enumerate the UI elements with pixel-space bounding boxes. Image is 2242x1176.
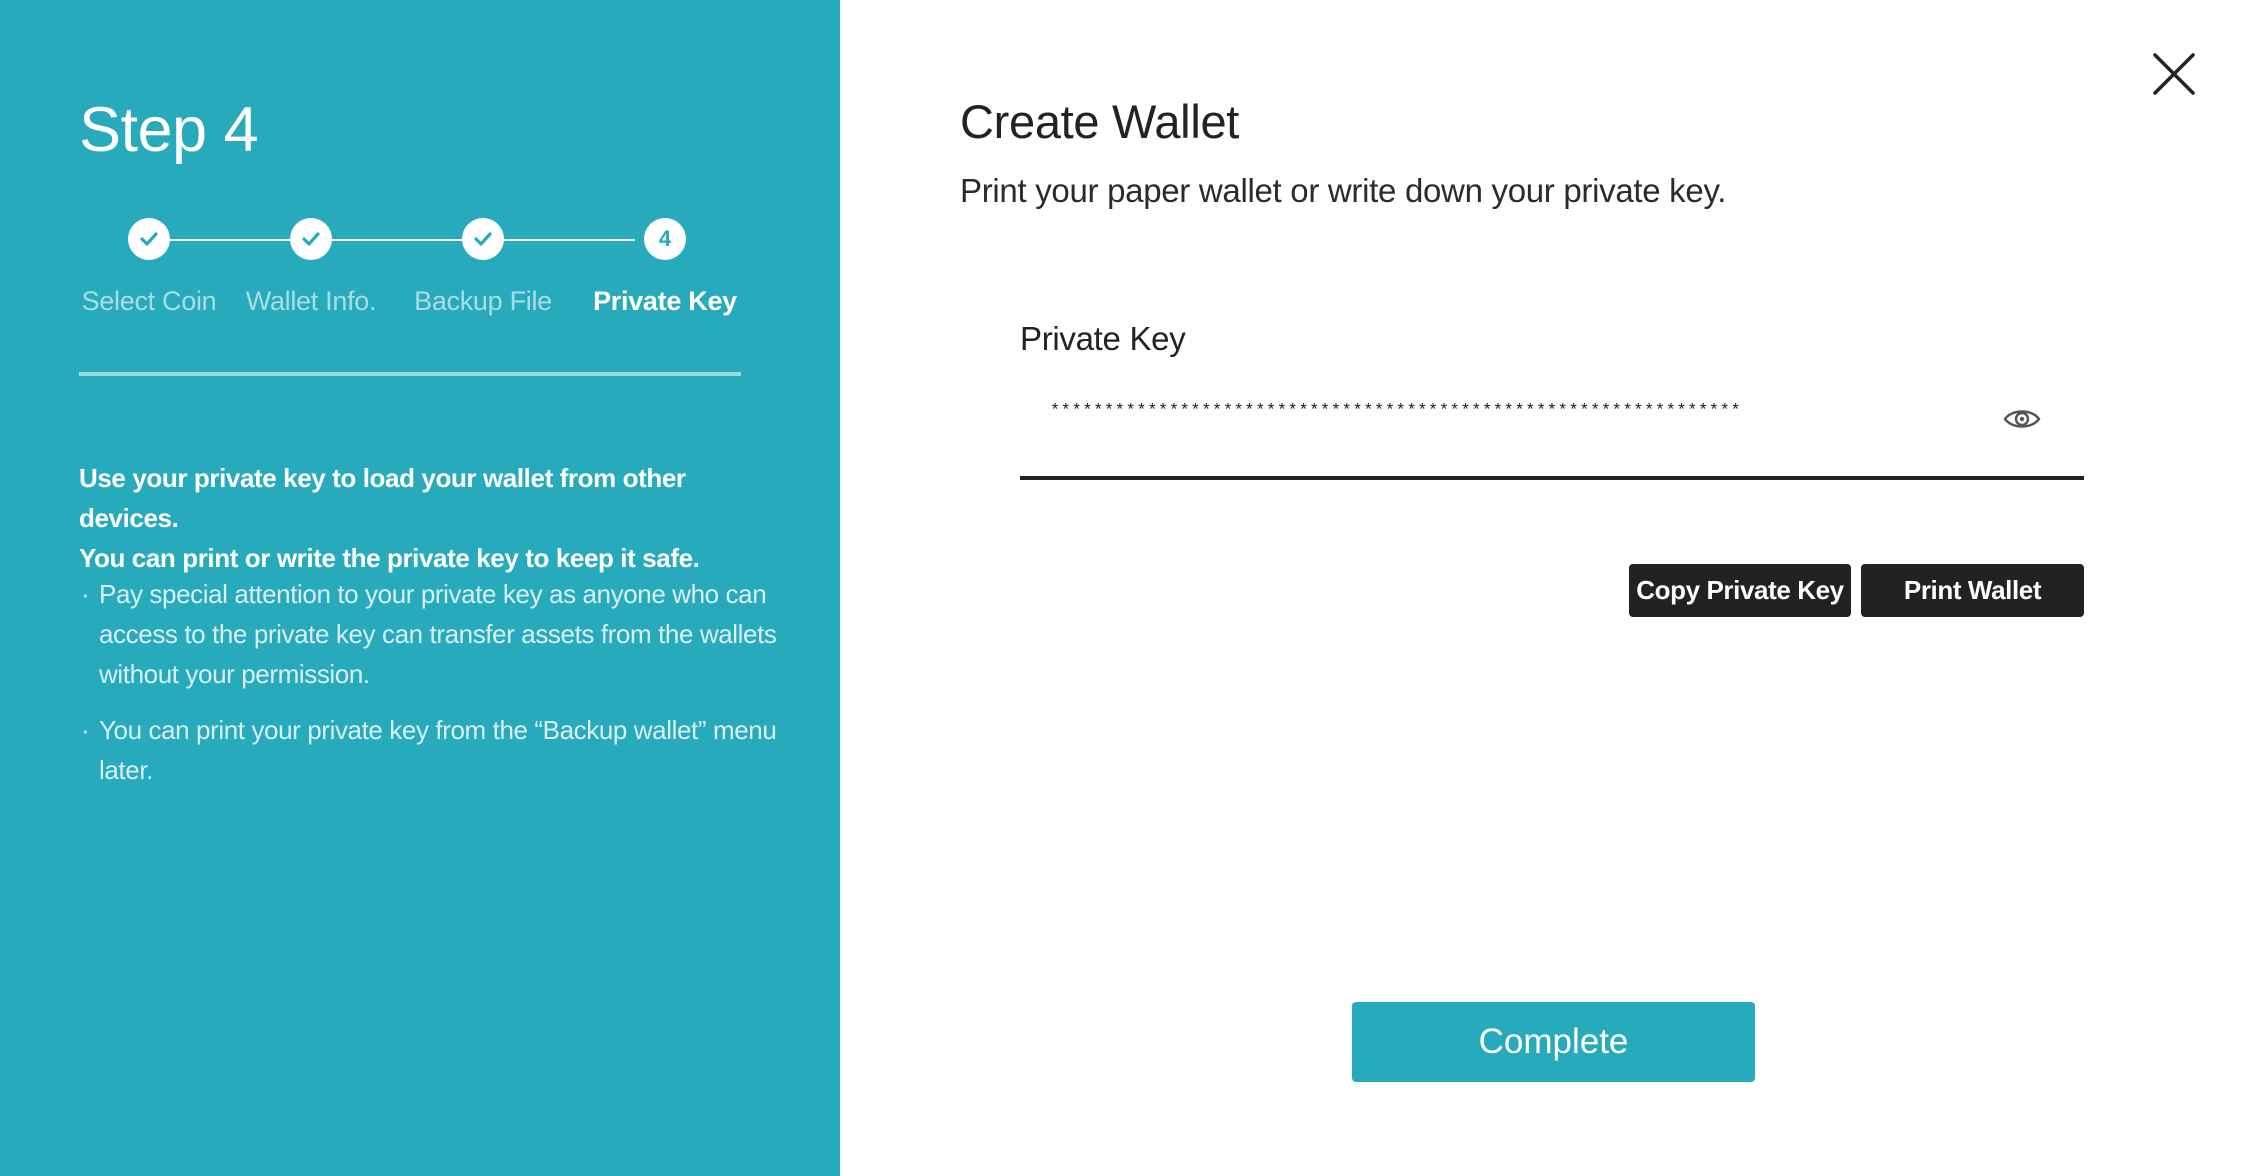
intro-line: You can print or write the private key t… bbox=[79, 543, 700, 573]
step-label: Select Coin bbox=[81, 286, 217, 316]
step-label: Wallet Info. bbox=[245, 286, 377, 316]
check-icon bbox=[128, 218, 170, 260]
step-backup-file: Backup File bbox=[397, 218, 569, 318]
eye-icon[interactable] bbox=[2002, 404, 2042, 434]
wizard-sidebar: Step 4 Select Coin Wallet Info. Backup F… bbox=[0, 0, 840, 1176]
step-label: Private Key bbox=[593, 286, 737, 316]
step-private-key: 4 Private Key bbox=[579, 218, 751, 318]
step-select-coin: Select Coin bbox=[63, 218, 235, 318]
divider bbox=[79, 372, 741, 376]
step-wallet-info: Wallet Info. bbox=[225, 218, 397, 318]
note-item: · You can print your private key from th… bbox=[79, 710, 779, 790]
check-icon bbox=[290, 218, 332, 260]
complete-button[interactable]: Complete bbox=[1352, 1002, 1755, 1082]
private-key-field[interactable]: ****************************************… bbox=[1020, 390, 2084, 480]
dialog-title: Create Wallet bbox=[960, 95, 1240, 148]
step-title: Step 4 bbox=[79, 95, 259, 165]
note-item: · Pay special attention to your private … bbox=[79, 574, 779, 694]
print-wallet-button[interactable]: Print Wallet bbox=[1861, 564, 2084, 617]
stepper: Select Coin Wallet Info. Backup File 4 P… bbox=[79, 218, 739, 318]
check-icon bbox=[462, 218, 504, 260]
create-wallet-dialog: Create Wallet Print your paper wallet or… bbox=[840, 0, 2242, 1176]
note-text: Pay special attention to your private ke… bbox=[99, 579, 777, 689]
notes-list: · Pay special attention to your private … bbox=[79, 574, 779, 806]
note-text: You can print your private key from the … bbox=[99, 715, 777, 785]
close-icon[interactable] bbox=[2150, 50, 2198, 98]
private-key-label: Private Key bbox=[1020, 320, 1186, 357]
intro-line: Use your private key to load your wallet… bbox=[79, 463, 686, 533]
step-label: Backup File bbox=[414, 286, 552, 316]
private-key-value: ****************************************… bbox=[1050, 402, 1742, 421]
intro-text: Use your private key to load your wallet… bbox=[79, 458, 779, 578]
step-number: 4 bbox=[644, 218, 686, 260]
dialog-subtitle: Print your paper wallet or write down yo… bbox=[960, 172, 1727, 209]
bullet: · bbox=[81, 715, 90, 745]
bullet: · bbox=[81, 579, 90, 609]
copy-private-key-button[interactable]: Copy Private Key bbox=[1629, 564, 1851, 617]
